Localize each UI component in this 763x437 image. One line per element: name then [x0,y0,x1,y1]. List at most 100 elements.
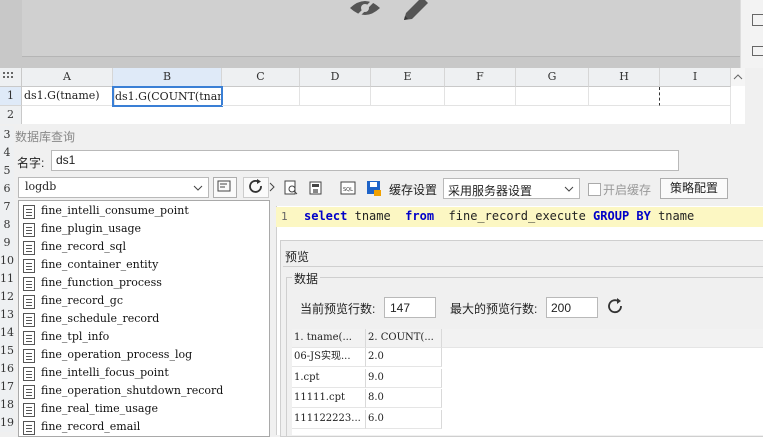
select-all-corner[interactable] [0,68,22,87]
hide-eye-icon[interactable] [348,0,382,22]
sql-icon: SQL [340,181,356,195]
row-header-4[interactable]: 4 [0,144,14,162]
max-rows-value: 200 [551,301,572,315]
refresh-preview-button[interactable] [607,298,625,316]
table-item-label: fine_record_gc [41,294,123,307]
row-header-10[interactable]: 10 [0,252,14,270]
table-icon [23,277,35,291]
table-icon [23,385,35,399]
preview-cell[interactable]: 8.0 [366,389,442,408]
table-item-label: fine_function_process [41,276,162,289]
sql-keyword-from: from [405,209,435,223]
column-header-h[interactable]: H [589,68,660,87]
cache-mode-select[interactable]: 采用服务器设置 [443,178,580,199]
row-header-2[interactable]: 2 [0,106,22,125]
row-header-6[interactable]: 6 [0,180,14,198]
preview-query-button[interactable] [283,180,299,196]
preview-cell[interactable]: 2.0 [366,348,442,367]
preview-cell[interactable]: 1.cpt [292,369,366,388]
strategy-config-button[interactable]: 策略配置 [660,178,728,199]
table-icon [23,241,35,255]
row-header-17[interactable]: 17 [0,378,14,396]
row-header-15[interactable]: 15 [0,342,14,360]
cache-icon-button[interactable] [366,180,382,196]
chevron-up-icon [733,74,743,80]
cell-i1[interactable] [660,87,731,106]
row-header-8[interactable]: 8 [0,216,14,234]
row-header-3[interactable]: 3 [0,126,14,144]
preview-header-count[interactable]: 2. COUNT(... [366,329,442,348]
column-header-g[interactable]: G [516,68,589,87]
row-header-19[interactable]: 19 [0,414,14,432]
cell-e1[interactable] [371,87,445,106]
table-icon [23,403,35,417]
row-header-11[interactable]: 11 [0,270,14,288]
column-header-e[interactable]: E [371,68,445,87]
cell-a1[interactable]: ds1.G(tname) [22,87,115,106]
column-header-d[interactable]: D [300,68,371,87]
table-item-label: fine_operation_shutdown_record [41,384,224,397]
filter-button[interactable] [213,177,237,198]
preview-cell[interactable]: 11111.cpt [292,389,366,408]
preview-cell[interactable]: 06-JS实现... [292,348,366,367]
current-rows-value: 147 [390,301,411,315]
scroll-up-button[interactable] [731,68,745,86]
preview-cell[interactable]: 111122223... [292,410,366,429]
current-rows-input[interactable]: 147 [384,297,436,318]
sql-keyword-select: select [304,209,348,223]
column-header-b[interactable]: B [113,68,222,88]
cell-g1[interactable] [516,87,589,106]
row-header-14[interactable]: 14 [0,324,14,342]
cell-b1-selected[interactable]: ds1.G(COUNT(tname [112,86,223,107]
layout-icon[interactable] [752,46,763,56]
panel-icon[interactable] [752,14,763,26]
sql-text[interactable]: select tname from fine_record_execute GR… [304,209,694,223]
row-header-7[interactable]: 7 [0,198,14,216]
table-item-label: fine_record_sql [41,240,126,253]
preview-cell[interactable]: 9.0 [366,369,442,388]
chevron-down-icon [564,186,574,192]
panel-collapse-handle[interactable] [269,178,275,196]
database-select-value: logdb [25,180,57,193]
column-header-c[interactable]: C [222,68,300,87]
table-item-label: fine_tpl_info [41,330,110,343]
row-header-13[interactable]: 13 [0,306,14,324]
row-header-16[interactable]: 16 [0,360,14,378]
refresh-tables-button[interactable] [243,177,269,198]
row-header-9[interactable]: 9 [0,234,14,252]
cell-f1[interactable] [445,87,516,106]
cell-d1[interactable] [300,87,371,106]
row-header-5[interactable]: 5 [0,162,14,180]
cell-b1-text: ds1.G(COUNT(tname [115,90,223,103]
row-header-1[interactable]: 1 [0,87,22,106]
table-icon [23,205,35,219]
cache-settings-label: 缓存设置 [389,183,438,197]
column-header-a[interactable]: A [22,68,113,87]
preview-cell[interactable]: 6.0 [366,410,442,429]
name-input[interactable]: ds1 [51,150,679,171]
table-item-label: fine_schedule_record [41,312,160,325]
enable-cache-checkbox[interactable] [588,183,601,196]
preview-header-tname[interactable]: 1. tname(... [292,329,366,348]
column-header-i[interactable]: I [660,68,731,87]
preview-header-filler [442,329,763,348]
database-save-icon [309,181,322,195]
table-icon [23,313,35,327]
max-rows-input[interactable]: 200 [546,297,598,318]
save-query-button[interactable] [308,180,324,196]
cell-c1[interactable] [222,87,300,106]
table-list[interactable]: fine_intelli_consume_point fine_plugin_u… [18,200,270,437]
sql-keyword-group-by: GROUP BY [593,209,651,223]
row-header-18[interactable]: 18 [0,396,14,414]
row-header-12[interactable]: 12 [0,288,14,306]
database-select[interactable]: logdb [18,177,209,198]
column-header-f[interactable]: F [445,68,516,87]
cache-mode-value: 采用服务器设置 [448,184,533,198]
sql-table: fine_record_execute [448,209,586,223]
name-input-value: ds1 [56,153,76,167]
row-2-cells[interactable] [22,106,731,125]
sql-format-button[interactable]: SQL [340,180,356,196]
edit-pencil-icon[interactable] [400,0,430,24]
cell-h1[interactable] [589,87,660,106]
table-icon [23,295,35,309]
